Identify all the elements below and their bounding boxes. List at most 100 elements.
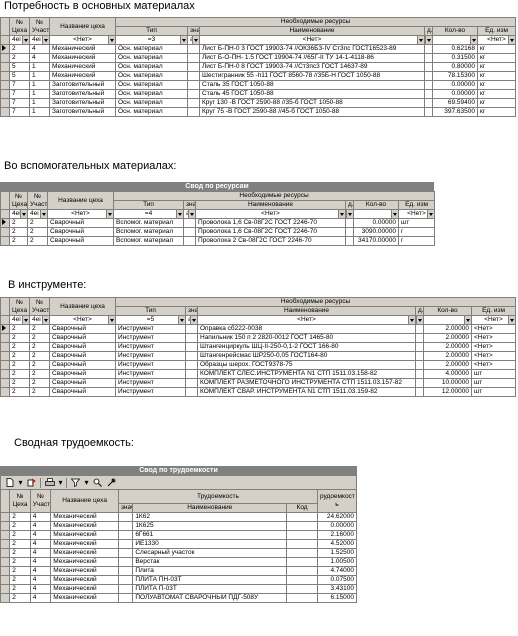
- filter-type[interactable]: =3: [115, 35, 188, 45]
- cell-unit[interactable]: кг: [476, 98, 517, 108]
- cell-name[interactable]: ПЛИТА ПН-03Т: [132, 575, 288, 585]
- table-row[interactable]: 2 2 Сварочный Вспомог. материал Проволока 1,…: [0, 218, 436, 228]
- cell-shop-name[interactable]: Механический: [49, 71, 116, 81]
- filter-shop-name[interactable]: <Нет>: [49, 35, 116, 45]
- cell-shop-no[interactable]: 2: [9, 521, 31, 531]
- cell-q[interactable]: [424, 71, 433, 81]
- cell-name[interactable]: Штангенрейсмас ШР250-0,05 ГОСТ164-80: [197, 351, 416, 361]
- cell-type[interactable]: Инструмент: [115, 369, 186, 379]
- cell-qty[interactable]: 0.80000: [432, 62, 478, 72]
- filter-qty[interactable]: [353, 209, 399, 219]
- cell-unit[interactable]: <Нет>: [470, 333, 517, 343]
- row-selector[interactable]: [0, 107, 10, 117]
- cell-shop-name[interactable]: Механический: [50, 539, 119, 549]
- cell-q[interactable]: [345, 218, 354, 228]
- cell-name[interactable]: Лист Б-ПН-0 3 ГОСТ 19903-74 //ОК36БЗ-IV …: [199, 44, 425, 54]
- cell-section-no[interactable]: 2: [29, 342, 50, 352]
- table-row[interactable]: 2 2 Сварочный Инструмент КОМПЛЕКТ РАЗМЕТОЧНО…: [0, 378, 517, 388]
- cell-unit-abbr[interactable]: [187, 80, 200, 90]
- cell-name[interactable]: КОМПЛЕКТ РАЗМЕТОЧНОГО ИНСТРУМЕНТА СТП 15…: [197, 378, 416, 388]
- cell-labor-value[interactable]: 0.07500: [316, 575, 358, 585]
- chevron-down-icon[interactable]: [22, 36, 29, 44]
- chevron-down-icon[interactable]: [20, 210, 27, 218]
- cell-shop-name[interactable]: Сварочный: [47, 218, 114, 228]
- cell-unit[interactable]: кг: [476, 44, 517, 54]
- cell-unit[interactable]: <Нет>: [470, 342, 517, 352]
- col-unit-abbr[interactable]: знач: [187, 26, 200, 36]
- chevron-down-icon[interactable]: [22, 316, 29, 324]
- row-selector[interactable]: [0, 387, 10, 397]
- filter-shop[interactable]: 4ei: [9, 35, 30, 45]
- cell-unit-abbr[interactable]: [117, 512, 134, 522]
- cell-shop-no[interactable]: 7: [9, 107, 30, 117]
- filter-qty[interactable]: [432, 35, 478, 45]
- cell-q[interactable]: [415, 387, 424, 397]
- cell-qty[interactable]: 0.31500: [432, 53, 478, 63]
- cell-shop-name[interactable]: Сварочный: [49, 387, 116, 397]
- cell-unit-abbr[interactable]: [185, 333, 198, 343]
- cell-name[interactable]: Оправка сб222-0038: [197, 324, 416, 334]
- cell-shop-name[interactable]: Сварочный: [49, 324, 116, 334]
- row-selector[interactable]: [0, 360, 10, 370]
- cell-qty[interactable]: 0.62168: [432, 44, 478, 54]
- table-row[interactable]: 2 2 Сварочный Инструмент Образцы шерох. ГОСТ…: [0, 360, 517, 370]
- cell-shop-no[interactable]: 5: [9, 71, 30, 81]
- cell-labor-value[interactable]: 3.43100: [316, 584, 358, 594]
- cell-unit-abbr[interactable]: [187, 44, 200, 54]
- cell-shop-name[interactable]: Сварочный: [49, 369, 116, 379]
- filter-q[interactable]: [345, 209, 354, 219]
- cell-q[interactable]: [424, 98, 433, 108]
- cell-name[interactable]: Образцы шерох. ГОСТ9378-75: [197, 360, 416, 370]
- cell-shop-name[interactable]: Механический: [49, 62, 116, 72]
- chevron-down-icon[interactable]: ▾: [58, 478, 63, 488]
- cell-shop-name[interactable]: Механический: [49, 53, 116, 63]
- cell-section-no[interactable]: 4: [29, 584, 52, 594]
- search-icon[interactable]: [92, 478, 103, 488]
- col-name[interactable]: Наименование: [195, 200, 346, 210]
- chevron-down-icon[interactable]: [42, 316, 49, 324]
- col-unit-abbr[interactable]: знач: [183, 200, 196, 210]
- cell-name[interactable]: ПОЛУАВТОМАТ СВАРОЧНЫЙ ПДГ-508У: [132, 593, 288, 603]
- col-unit[interactable]: Ед. изм: [470, 306, 517, 316]
- chevron-down-icon[interactable]: [40, 210, 47, 218]
- chevron-down-icon[interactable]: [508, 316, 515, 324]
- filter-name[interactable]: <Нет>: [199, 35, 425, 45]
- table-row[interactable]: 2 4 Механический ПЛИТА П-03Т 3.43100: [0, 584, 358, 594]
- cell-code[interactable]: [286, 575, 318, 585]
- table-row[interactable]: 2 2 Сварочный Вспомог. материал Проволока 2 …: [0, 236, 436, 246]
- cell-name[interactable]: Круг 75 -В ГОСТ 2590-88 //45-б ГОСТ 1050…: [199, 107, 425, 117]
- cell-section-no[interactable]: 2: [29, 351, 50, 361]
- cell-shop-no[interactable]: 2: [9, 236, 28, 246]
- chevron-down-icon[interactable]: ▾: [18, 478, 23, 488]
- cell-code[interactable]: [286, 557, 318, 567]
- cell-shop-no[interactable]: 2: [9, 530, 31, 540]
- cell-labor-value[interactable]: 24.62000: [316, 512, 358, 522]
- col-unit-abbr[interactable]: знач: [185, 306, 198, 316]
- cell-name[interactable]: Шестигранник 55 -h11 ГОСТ 8560-78 //35Б-…: [199, 71, 425, 81]
- chevron-down-icon[interactable]: [176, 210, 183, 218]
- col-unit[interactable]: Ед. изм: [476, 26, 517, 36]
- cell-name[interactable]: 1К62: [132, 512, 288, 522]
- cell-shop-name[interactable]: Механический: [50, 584, 119, 594]
- document-icon[interactable]: [4, 478, 15, 488]
- chevron-down-icon[interactable]: [190, 316, 197, 324]
- col-name[interactable]: Наименование: [132, 503, 288, 513]
- cell-name[interactable]: ИЕ1330: [132, 539, 288, 549]
- col-section-no[interactable]: № Участка: [29, 489, 52, 513]
- cell-unit[interactable]: <Нет>: [470, 324, 517, 334]
- cell-shop-no[interactable]: 2: [9, 369, 30, 379]
- table-row[interactable]: 7 1 Заготовительный Осн. материал Сталь 35 Г…: [0, 80, 517, 90]
- cell-labor-value[interactable]: 6.15000: [316, 593, 358, 603]
- row-selector[interactable]: [0, 80, 10, 90]
- cell-section-no[interactable]: 4: [29, 530, 52, 540]
- cell-unit[interactable]: кг: [476, 53, 517, 63]
- row-selector[interactable]: [0, 98, 10, 108]
- cell-type[interactable]: Осн. материал: [115, 44, 188, 54]
- cell-shop-name[interactable]: Заготовительный: [49, 98, 116, 108]
- chevron-down-icon[interactable]: [427, 210, 434, 218]
- row-selector[interactable]: [0, 584, 11, 594]
- cell-shop-no[interactable]: 2: [9, 324, 30, 334]
- cell-shop-name[interactable]: Механический: [50, 557, 119, 567]
- row-selector[interactable]: [0, 593, 11, 603]
- row-selector[interactable]: [0, 539, 11, 549]
